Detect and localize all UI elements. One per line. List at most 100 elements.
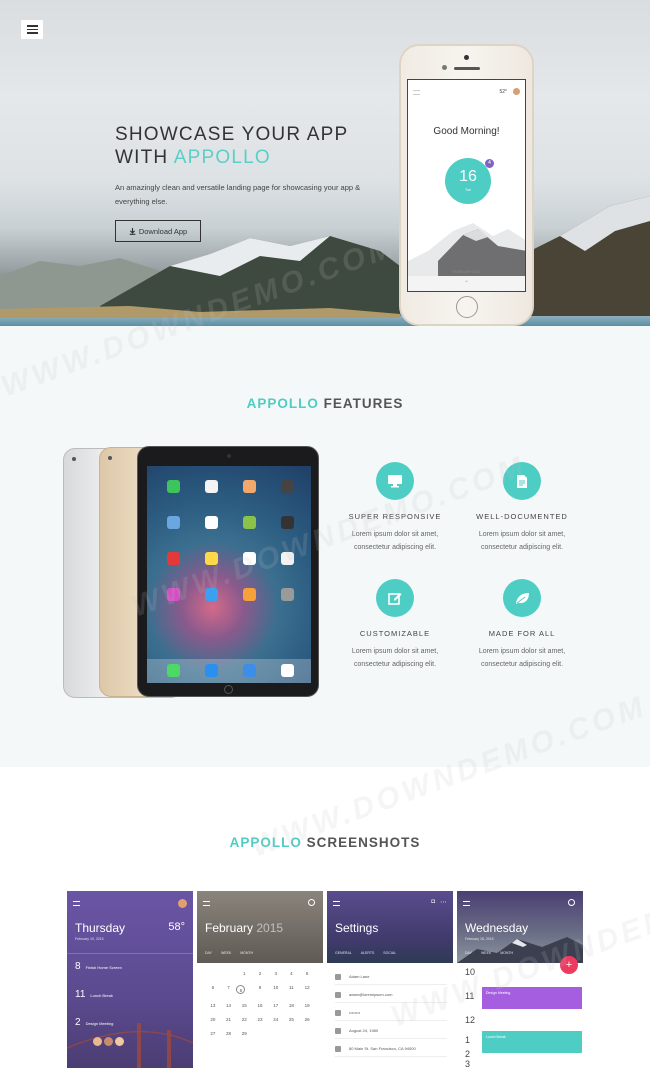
more-icon: ⋯: [440, 899, 447, 906]
hero-title: SHOWCASE YOUR APP WITH APPOLLO: [115, 123, 348, 169]
tab-general[interactable]: GENERAL: [335, 951, 352, 955]
screenshot-date: February 19, 2015: [75, 937, 104, 941]
screenshot-february[interactable]: February 2015 DAY WEEK MONTH 1 2 3 4 5 6…: [197, 891, 323, 1068]
hour-label: 12: [465, 1015, 476, 1025]
feature-well-documented: WELL-DOCUMENTED Lorem ipsum dolor sit am…: [457, 462, 587, 554]
clock2-app-icon: [205, 516, 218, 529]
tab-day[interactable]: DAY: [205, 951, 212, 955]
hamburger-icon: [26, 25, 38, 27]
screenshot-title: Settings: [335, 921, 379, 935]
tab-week[interactable]: WEEK: [221, 951, 231, 955]
selected-day[interactable]: 8: [236, 985, 246, 994]
screenshot-wednesday[interactable]: Wednesday February 18, 2015 DAY WEEK MON…: [457, 891, 583, 1068]
feature-made-for-all: MADE FOR ALL Lorem ipsum dolor sit amet,…: [457, 579, 587, 671]
ipad-screen: [147, 466, 311, 683]
screenshots-section: APPOLLO SCREENSHOTS Thursday February 19…: [0, 767, 650, 1068]
screenshot-settings[interactable]: ◘ ⋯ Settings GENERAL ALERTS SOCIAL Adam …: [327, 891, 453, 1068]
ipad-camera: [227, 454, 231, 458]
download-app-label: Download App: [138, 226, 188, 236]
feature-desc: Lorem ipsum dolor sit amet, consectetur a…: [478, 531, 566, 551]
settings-row-email[interactable]: adam@loremipsum.com: [335, 987, 447, 1003]
hamburger-icon: [73, 901, 80, 906]
settings-row-address[interactable]: 80 Main St. San Francisco, CA 94000: [335, 1041, 447, 1057]
safari-app-icon: [205, 664, 218, 677]
feature-customizable: CUSTOMIZABLE Lorem ipsum dolor sit amet,…: [330, 579, 460, 671]
camera-icon: [442, 65, 447, 70]
feature-title: CUSTOMIZABLE: [359, 629, 431, 638]
feature-super-responsive: SUPER RESPONSIVE Lorem ipsum dolor sit a…: [330, 462, 460, 554]
features-title-accent: APPOLLO: [246, 396, 319, 411]
screenshots-title-accent: APPOLLO: [229, 835, 302, 850]
view-tabs: DAY WEEK MONTH: [205, 951, 253, 955]
feature-title: SUPER RESPONSIVE: [348, 512, 442, 521]
screenshot-thursday[interactable]: Thursday February 19, 2015 58° 8 Finish H…: [67, 891, 193, 1068]
facetime-app-icon: [167, 480, 180, 493]
hero-title-with: WITH: [115, 147, 174, 168]
itunes-app-icon: [167, 588, 180, 601]
mail-app-icon: [243, 664, 256, 677]
phone-sensor: [464, 55, 469, 60]
avatar: [513, 88, 520, 95]
appstore-app-icon: [205, 588, 218, 601]
ipad-home-button: [224, 685, 233, 694]
screenshot-date: February 18, 2015: [465, 937, 494, 941]
ipad-mockups: [63, 446, 323, 699]
list-item: 11 Lunch Break: [75, 989, 113, 1000]
tab-day[interactable]: DAY: [465, 951, 472, 955]
reminders-app-icon: [243, 552, 256, 565]
menu-button[interactable]: [21, 20, 43, 39]
notes-app-icon: [205, 552, 218, 565]
add-event-button[interactable]: +: [560, 956, 578, 974]
screenshot-title: Thursday: [75, 921, 126, 935]
avatar: [93, 1037, 102, 1046]
clock-app-icon: [205, 480, 218, 493]
event-card[interactable]: Design Meeting: [482, 987, 582, 1009]
news-app-icon: [281, 552, 294, 565]
mail-icon: [335, 992, 341, 998]
tab-alerts[interactable]: ALERTS: [361, 951, 375, 955]
features-title: APPOLLO FEATURES: [0, 396, 650, 411]
tab-week[interactable]: WEEK: [481, 951, 491, 955]
view-tabs: DAY WEEK MONTH: [465, 951, 513, 955]
videos-app-icon: [281, 516, 294, 529]
feature-desc: Lorem ipsum dolor sit amet, consectetur a…: [478, 648, 566, 668]
phone-earpiece: [454, 67, 480, 70]
date-weekday: Tue: [465, 188, 471, 192]
feature-desc: Lorem ipsum dolor sit amet, consectetur a…: [351, 648, 439, 668]
edit-icon: [376, 579, 414, 617]
calendar-app-icon: [167, 552, 180, 565]
settings-app-icon: [281, 588, 294, 601]
calendar-grid: 1 2 3 4 5 6 7 8 9 10 11 12 13 14 15 16 1…: [210, 971, 310, 1036]
feature-desc: Lorem ipsum dolor sit amet, consectetur a…: [351, 531, 439, 551]
user-icon: [335, 974, 341, 980]
download-app-button[interactable]: Download App: [115, 220, 201, 242]
chevron-down-icon[interactable]: ⌄: [408, 277, 525, 284]
hour-label: 1: [465, 1035, 471, 1045]
lock-icon: [335, 1010, 341, 1016]
temperature-text: 58°: [168, 921, 185, 933]
feature-title: WELL-DOCUMENTED: [476, 512, 568, 521]
settings-row-password[interactable]: ••••••••: [335, 1005, 447, 1021]
hamburger-icon: [333, 901, 340, 906]
screenshot-title: Wednesday: [465, 921, 529, 935]
hero-title-accent: APPOLLO: [173, 147, 271, 168]
download-icon: [129, 227, 136, 235]
event-card[interactable]: Lunch Break: [482, 1031, 582, 1053]
hour-label: 10: [465, 967, 476, 977]
greeting-text: Good Morning!: [433, 126, 500, 137]
calendar-icon: [335, 1028, 341, 1034]
messages-app-icon: [167, 664, 180, 677]
music-app-icon: [281, 664, 294, 677]
hour-label: 2: [465, 1049, 471, 1059]
settings-row-name[interactable]: Adam Lane: [335, 969, 447, 985]
tab-month[interactable]: MONTH: [500, 951, 513, 955]
ibooks-app-icon: [243, 588, 256, 601]
tab-month[interactable]: MONTH: [240, 951, 253, 955]
settings-row-birthday[interactable]: August 24, 1980: [335, 1023, 447, 1039]
camera-icon: ◘: [431, 899, 435, 905]
home-button: [456, 296, 478, 318]
date-circle: 16 Tue: [445, 158, 491, 204]
tab-social[interactable]: SOCIAL: [383, 951, 396, 955]
hour-label: 3: [465, 1059, 471, 1068]
phone-screen: 52° Good Morning! 16 Tue 4 FEBRUARY 2015…: [407, 79, 526, 292]
